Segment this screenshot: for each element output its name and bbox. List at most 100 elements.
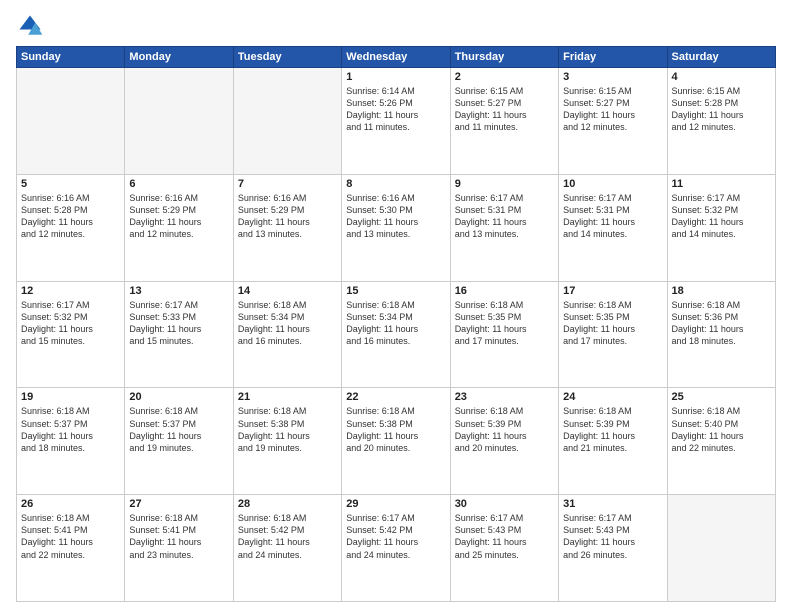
calendar-cell — [667, 495, 775, 602]
day-number: 7 — [238, 178, 337, 190]
day-number: 22 — [346, 391, 445, 403]
day-number: 5 — [21, 178, 120, 190]
calendar-cell: 16 Sunrise: 6:18 AM Sunset: 5:35 PM Dayli… — [450, 281, 558, 388]
calendar-cell: 6 Sunrise: 6:16 AM Sunset: 5:29 PM Daylig… — [125, 174, 233, 281]
day-info: Sunrise: 6:16 AM Sunset: 5:28 PM Dayligh… — [21, 192, 120, 241]
day-info: Sunrise: 6:18 AM Sunset: 5:34 PM Dayligh… — [238, 299, 337, 348]
day-info: Sunrise: 6:17 AM Sunset: 5:43 PM Dayligh… — [563, 512, 662, 561]
logo — [16, 12, 48, 40]
calendar-cell: 30Sunrise: 6:17 AM Sunset: 5:43 PM Dayli… — [450, 495, 558, 602]
day-info: Sunrise: 6:17 AM Sunset: 5:42 PM Dayligh… — [346, 512, 445, 561]
day-number: 13 — [129, 285, 228, 297]
calendar-cell: 20Sunrise: 6:18 AM Sunset: 5:37 PM Dayli… — [125, 388, 233, 495]
day-number: 26 — [21, 498, 120, 510]
calendar-cell: 21 Sunrise: 6:18 AM Sunset: 5:38 PM Dayli… — [233, 388, 341, 495]
day-number: 4 — [672, 71, 771, 83]
calendar-cell: 25 Sunrise: 6:18 AM Sunset: 5:40 PM Dayli… — [667, 388, 775, 495]
calendar-cell: 24 Sunrise: 6:18 AM Sunset: 5:39 PM Dayli… — [559, 388, 667, 495]
calendar-cell: 22 Sunrise: 6:18 AM Sunset: 5:38 PM Dayli… — [342, 388, 450, 495]
day-info: Sunrise: 6:18 AM Sunset: 5:34 PM Dayligh… — [346, 299, 445, 348]
calendar-cell: 14 Sunrise: 6:18 AM Sunset: 5:34 PM Dayli… — [233, 281, 341, 388]
calendar-table: SundayMondayTuesdayWednesdayThursdayFrid… — [16, 46, 776, 602]
calendar-cell: 13Sunrise: 6:17 AM Sunset: 5:33 PM Dayli… — [125, 281, 233, 388]
day-info: Sunrise: 6:15 AM Sunset: 5:28 PM Dayligh… — [672, 85, 771, 134]
day-info: Sunrise: 6:18 AM Sunset: 5:38 PM Dayligh… — [346, 405, 445, 454]
weekday-header: Tuesday — [233, 47, 341, 68]
weekday-header: Saturday — [667, 47, 775, 68]
weekday-header: Friday — [559, 47, 667, 68]
weekday-header: Monday — [125, 47, 233, 68]
calendar-cell: 17 Sunrise: 6:18 AM Sunset: 5:35 PM Dayli… — [559, 281, 667, 388]
day-info: Sunrise: 6:18 AM Sunset: 5:40 PM Dayligh… — [672, 405, 771, 454]
day-number: 24 — [563, 391, 662, 403]
day-number: 8 — [346, 178, 445, 190]
calendar-cell: 10 Sunrise: 6:17 AM Sunset: 5:31 PM Dayli… — [559, 174, 667, 281]
calendar-cell: 18 Sunrise: 6:18 AM Sunset: 5:36 PM Dayli… — [667, 281, 775, 388]
calendar-cell — [17, 68, 125, 175]
day-number: 18 — [672, 285, 771, 297]
calendar-cell: 1 Sunrise: 6:14 AM Sunset: 5:26 PM Daylig… — [342, 68, 450, 175]
calendar-cell: 23 Sunrise: 6:18 AM Sunset: 5:39 PM Dayli… — [450, 388, 558, 495]
weekday-header: Thursday — [450, 47, 558, 68]
day-info: Sunrise: 6:17 AM Sunset: 5:31 PM Dayligh… — [563, 192, 662, 241]
day-info: Sunrise: 6:18 AM Sunset: 5:36 PM Dayligh… — [672, 299, 771, 348]
day-number: 31 — [563, 498, 662, 510]
calendar-week-row: 12 Sunrise: 6:17 AM Sunset: 5:32 PM Dayli… — [17, 281, 776, 388]
day-info: Sunrise: 6:18 AM Sunset: 5:38 PM Dayligh… — [238, 405, 337, 454]
day-number: 23 — [455, 391, 554, 403]
day-number: 20 — [129, 391, 228, 403]
day-number: 9 — [455, 178, 554, 190]
calendar-week-row: 1 Sunrise: 6:14 AM Sunset: 5:26 PM Daylig… — [17, 68, 776, 175]
day-number: 6 — [129, 178, 228, 190]
day-number: 29 — [346, 498, 445, 510]
calendar-cell: 29 Sunrise: 6:17 AM Sunset: 5:42 PM Dayli… — [342, 495, 450, 602]
calendar-cell: 15 Sunrise: 6:18 AM Sunset: 5:34 PM Dayli… — [342, 281, 450, 388]
day-info: Sunrise: 6:18 AM Sunset: 5:39 PM Dayligh… — [563, 405, 662, 454]
calendar-cell: 3 Sunrise: 6:15 AM Sunset: 5:27 PM Daylig… — [559, 68, 667, 175]
calendar-body: 1 Sunrise: 6:14 AM Sunset: 5:26 PM Daylig… — [17, 68, 776, 602]
calendar-cell — [125, 68, 233, 175]
day-info: Sunrise: 6:14 AM Sunset: 5:26 PM Dayligh… — [346, 85, 445, 134]
weekday-header: Sunday — [17, 47, 125, 68]
day-info: Sunrise: 6:15 AM Sunset: 5:27 PM Dayligh… — [563, 85, 662, 134]
weekday-header: Wednesday — [342, 47, 450, 68]
day-number: 25 — [672, 391, 771, 403]
day-number: 12 — [21, 285, 120, 297]
day-info: Sunrise: 6:17 AM Sunset: 5:43 PM Dayligh… — [455, 512, 554, 561]
calendar-week-row: 26 Sunrise: 6:18 AM Sunset: 5:41 PM Dayli… — [17, 495, 776, 602]
day-number: 17 — [563, 285, 662, 297]
day-number: 3 — [563, 71, 662, 83]
day-number: 19 — [21, 391, 120, 403]
calendar-week-row: 5 Sunrise: 6:16 AM Sunset: 5:28 PM Daylig… — [17, 174, 776, 281]
day-info: Sunrise: 6:18 AM Sunset: 5:41 PM Dayligh… — [21, 512, 120, 561]
calendar-cell: 19 Sunrise: 6:18 AM Sunset: 5:37 PM Dayli… — [17, 388, 125, 495]
day-number: 15 — [346, 285, 445, 297]
day-number: 21 — [238, 391, 337, 403]
day-info: Sunrise: 6:18 AM Sunset: 5:35 PM Dayligh… — [563, 299, 662, 348]
calendar-cell — [233, 68, 341, 175]
page: SundayMondayTuesdayWednesdayThursdayFrid… — [0, 0, 792, 612]
calendar-cell: 11 Sunrise: 6:17 AM Sunset: 5:32 PM Dayli… — [667, 174, 775, 281]
day-number: 14 — [238, 285, 337, 297]
calendar-cell: 7 Sunrise: 6:16 AM Sunset: 5:29 PM Daylig… — [233, 174, 341, 281]
day-number: 11 — [672, 178, 771, 190]
day-number: 16 — [455, 285, 554, 297]
calendar-cell: 8Sunrise: 6:16 AM Sunset: 5:30 PM Daylig… — [342, 174, 450, 281]
day-info: Sunrise: 6:16 AM Sunset: 5:29 PM Dayligh… — [238, 192, 337, 241]
calendar-cell: 27Sunrise: 6:18 AM Sunset: 5:41 PM Dayli… — [125, 495, 233, 602]
calendar-cell: 4 Sunrise: 6:15 AM Sunset: 5:28 PM Daylig… — [667, 68, 775, 175]
day-number: 10 — [563, 178, 662, 190]
day-info: Sunrise: 6:16 AM Sunset: 5:29 PM Dayligh… — [129, 192, 228, 241]
day-info: Sunrise: 6:15 AM Sunset: 5:27 PM Dayligh… — [455, 85, 554, 134]
day-info: Sunrise: 6:17 AM Sunset: 5:32 PM Dayligh… — [672, 192, 771, 241]
day-info: Sunrise: 6:18 AM Sunset: 5:42 PM Dayligh… — [238, 512, 337, 561]
calendar-cell: 12 Sunrise: 6:17 AM Sunset: 5:32 PM Dayli… — [17, 281, 125, 388]
logo-icon — [16, 12, 44, 40]
day-info: Sunrise: 6:18 AM Sunset: 5:39 PM Dayligh… — [455, 405, 554, 454]
day-number: 1 — [346, 71, 445, 83]
day-info: Sunrise: 6:17 AM Sunset: 5:32 PM Dayligh… — [21, 299, 120, 348]
day-info: Sunrise: 6:18 AM Sunset: 5:37 PM Dayligh… — [21, 405, 120, 454]
day-info: Sunrise: 6:18 AM Sunset: 5:35 PM Dayligh… — [455, 299, 554, 348]
header — [16, 12, 776, 40]
calendar-header-row: SundayMondayTuesdayWednesdayThursdayFrid… — [17, 47, 776, 68]
